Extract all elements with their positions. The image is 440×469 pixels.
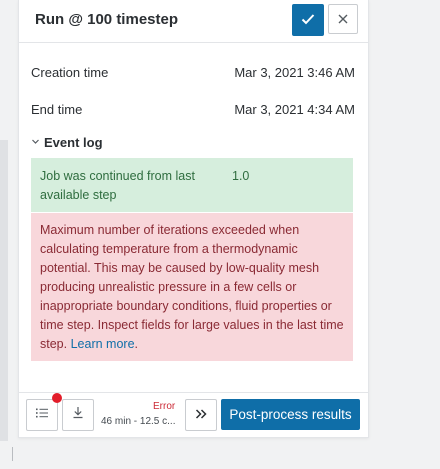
event-log-error-entry: Maximum number of iterations exceeded wh… <box>31 213 353 361</box>
event-log-success-entry: Job was continued from last available st… <box>31 158 353 212</box>
log-list-button[interactable] <box>26 399 58 431</box>
list-icon <box>35 406 49 424</box>
post-process-results-button[interactable]: Post-process results <box>221 399 360 430</box>
panel-header: Run @ 100 timestep <box>19 0 368 43</box>
notification-dot <box>52 393 62 403</box>
close-button[interactable] <box>328 4 358 34</box>
creation-time-label: Creation time <box>31 65 109 80</box>
creation-time-value: Mar 3, 2021 3:46 AM <box>234 65 355 80</box>
expand-button[interactable] <box>185 399 217 431</box>
error-message-text: Maximum number of iterations exceeded wh… <box>40 223 344 351</box>
success-message: Job was continued from last available st… <box>40 169 195 202</box>
error-message-end: . <box>134 337 139 351</box>
learn-more-link[interactable]: Learn more <box>71 337 135 351</box>
download-icon <box>72 406 84 424</box>
confirm-button[interactable] <box>292 4 324 36</box>
check-icon <box>301 13 315 28</box>
panel-footer: Error 46 min - 12.5 c... Post-process re… <box>19 392 368 438</box>
download-button[interactable] <box>62 399 94 431</box>
background-divider <box>12 447 13 461</box>
panel-title: Run @ 100 timestep <box>35 11 178 28</box>
success-value: 1.0 <box>232 169 250 183</box>
error-message: Maximum number of iterations exceeded wh… <box>40 221 346 354</box>
run-detail-panel: Run @ 100 timestep Creation time Mar 3, … <box>18 0 369 438</box>
end-time-label: End time <box>31 102 83 117</box>
run-duration: 46 min - 12.5 c... <box>101 416 176 427</box>
close-icon <box>338 12 348 27</box>
event-log-label: Event log <box>44 134 103 150</box>
chevron-down-icon <box>31 133 40 151</box>
double-chevron-right-icon <box>195 406 207 424</box>
end-time-value: Mar 3, 2021 4:34 AM <box>234 102 355 117</box>
event-log-toggle[interactable]: Event log <box>31 133 103 151</box>
status-badge: Error <box>153 401 176 412</box>
background-panel-edge <box>0 140 8 441</box>
